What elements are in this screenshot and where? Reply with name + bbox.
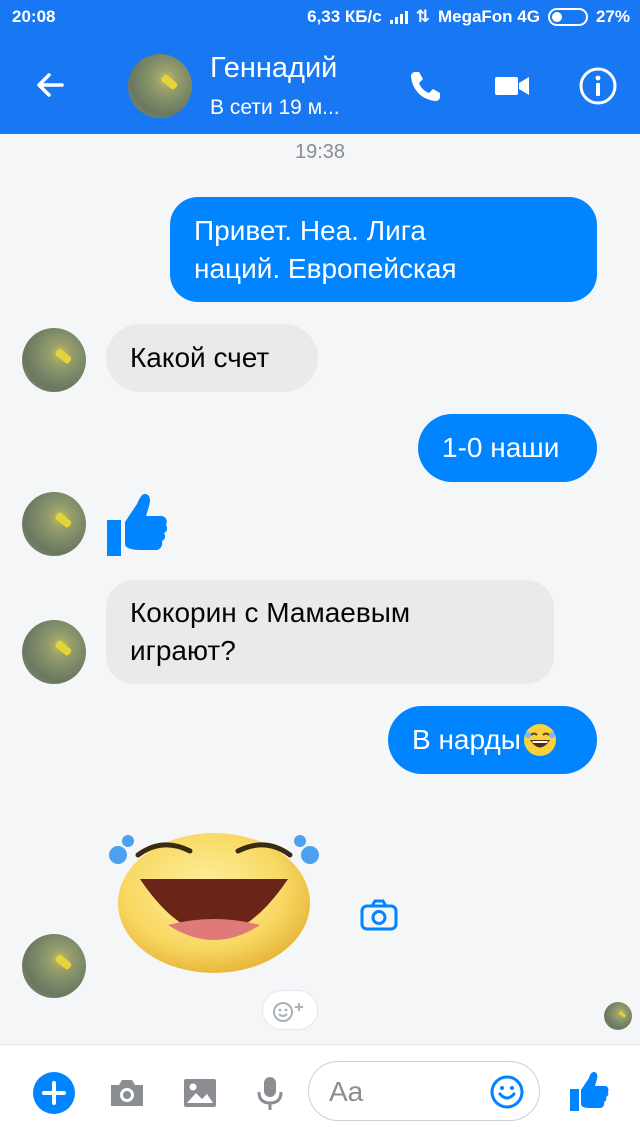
battery-icon <box>547 8 588 26</box>
message-text-line: Кокорин с Мамаевым <box>130 597 411 628</box>
status-time: 20:08 <box>12 7 56 26</box>
message-text-line: наций. Европейская <box>194 252 457 284</box>
carrier-name: MegaFon 4G <box>437 7 540 26</box>
laughing-sticker-icon[interactable] <box>104 805 324 975</box>
add-reaction-button[interactable] <box>262 990 318 1030</box>
contact-avatar-small[interactable] <box>22 328 86 392</box>
incoming-message[interactable]: Кокорин с Мамаевым играют? <box>106 580 554 684</box>
contact-avatar-small[interactable] <box>22 492 86 556</box>
contact-avatar-small[interactable] <box>22 620 86 684</box>
contact-avatar[interactable] <box>128 54 192 118</box>
message-text-line: играют? <box>130 635 236 666</box>
microphone-icon[interactable] <box>250 1073 290 1113</box>
incoming-message[interactable]: Какой счет <box>106 324 318 392</box>
info-icon[interactable] <box>578 66 618 106</box>
add-reaction-icon <box>273 1002 303 1022</box>
contact-name[interactable]: Геннадий <box>210 52 337 85</box>
thumbs-up-sticker-icon[interactable] <box>105 490 169 558</box>
message-text: В нарды <box>412 724 521 755</box>
message-composer: Aa <box>0 1044 640 1138</box>
contact-status: В сети 19 м... <box>210 96 340 119</box>
laughing-emoji-icon <box>523 724 556 756</box>
camera-reply-icon[interactable] <box>359 898 399 932</box>
battery-percent: 27% <box>595 7 630 26</box>
seen-receipt-avatar <box>604 1002 632 1030</box>
camera-icon[interactable] <box>107 1073 147 1113</box>
gallery-icon[interactable] <box>180 1073 220 1113</box>
plus-icon[interactable] <box>32 1071 76 1115</box>
like-icon[interactable] <box>568 1069 610 1113</box>
message-text: Какой счет <box>130 342 270 373</box>
status-bar: 20:08 6,33 КБ/с ⇅ MegaFon 4G 27% <box>0 0 640 34</box>
data-transfer-icon: ⇅ <box>415 7 430 26</box>
message-input-placeholder: Aa <box>329 1076 364 1107</box>
message-text: 1-0 наши <box>442 432 560 463</box>
back-arrow-icon[interactable] <box>32 67 68 103</box>
signal-icon <box>389 10 408 24</box>
outgoing-message[interactable]: 1-0 наши <box>418 414 597 482</box>
emoji-icon[interactable] <box>489 1074 525 1110</box>
phone-icon[interactable] <box>406 66 446 106</box>
outgoing-message[interactable]: Привет. Неа. Лига наций. Европейская <box>170 197 597 302</box>
network-speed: 6,33 КБ/с <box>307 7 382 26</box>
message-input[interactable]: Aa <box>308 1061 540 1121</box>
message-text-line: Привет. Неа. Лига <box>194 214 426 246</box>
message-timestamp: 19:38 <box>294 141 346 163</box>
video-camera-icon[interactable] <box>492 66 532 106</box>
contact-avatar-small[interactable] <box>22 934 86 998</box>
outgoing-message[interactable]: В нарды <box>388 706 597 774</box>
conversation-header: Геннадий В сети 19 м... <box>0 34 640 134</box>
